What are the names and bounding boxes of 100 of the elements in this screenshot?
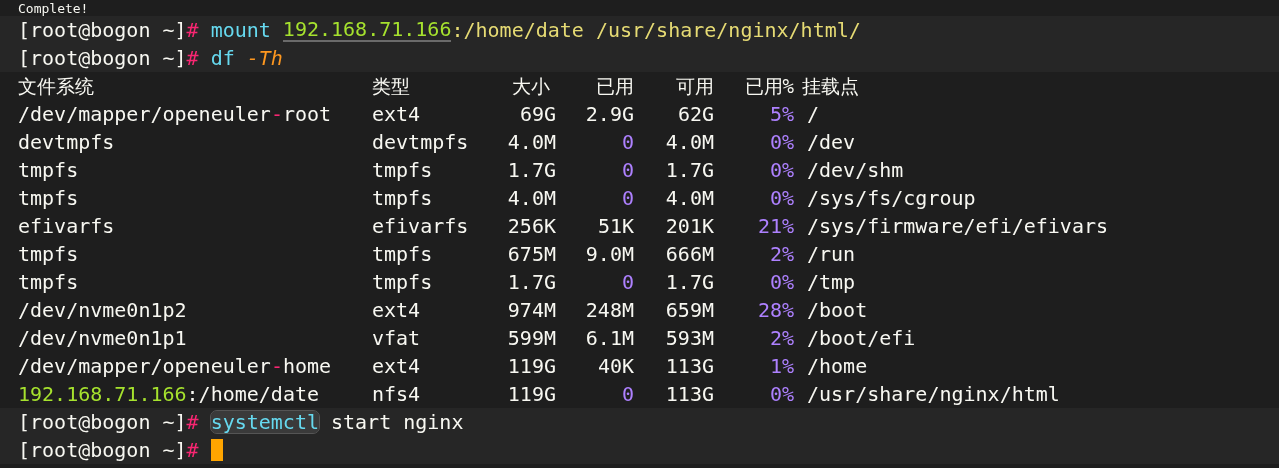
size-cell-text: 119G	[506, 384, 556, 404]
filesystem-cell-text: /dev/mapper/openeuler-home	[18, 356, 333, 376]
used-cell-text: 0	[620, 132, 634, 152]
size-cell-text: 69G	[518, 104, 556, 124]
type-cell-text: devtmpfs	[372, 132, 470, 152]
type-cell-text: ext4	[372, 356, 422, 376]
prompt-symbol: #	[186, 48, 199, 68]
avail-cell-text: 4.0M	[664, 188, 714, 208]
type-cell-text: vfat	[372, 328, 422, 348]
prompt-symbol: #	[186, 440, 199, 460]
type-cell-text: tmpfs	[372, 160, 434, 180]
avail-cell-text: 201K	[664, 216, 714, 236]
prompt-text: [root@bogon ~]	[18, 440, 187, 460]
argument-text: start nginx	[331, 411, 464, 433]
option-text: -Th	[246, 47, 283, 69]
output-text: Complete!	[18, 0, 89, 16]
use-percent-cell-text: 21%	[756, 216, 794, 236]
size-cell-text: 119G	[506, 356, 556, 376]
filesystem-cell-text: tmpfs	[18, 244, 80, 264]
used-cell-text: 9.0M	[584, 244, 634, 264]
filesystem-cell-text: tmpfs	[18, 188, 80, 208]
size-cell-text: 675M	[506, 244, 556, 264]
size-cell-text: 1.7G	[506, 160, 556, 180]
size-cell-text: 1.7G	[506, 272, 556, 292]
size-cell-text: 256K	[506, 216, 556, 236]
used-cell-text: 2.9G	[584, 104, 634, 124]
column-header: 已用	[595, 76, 634, 96]
use-percent-cell-text: 0%	[768, 272, 794, 292]
use-percent-cell-text: 0%	[768, 188, 794, 208]
mount-cell-text: /sys/fs/cgroup	[806, 188, 977, 208]
type-cell-text: tmpfs	[372, 188, 434, 208]
avail-cell-text: 113G	[664, 384, 714, 404]
used-cell-text: 248M	[584, 300, 634, 320]
prompt-text: [root@bogon ~]	[18, 412, 187, 432]
use-percent-cell-text: 2%	[768, 244, 794, 264]
column-header: 已用%	[743, 76, 794, 96]
mount-cell-text: /boot/efi	[806, 328, 917, 348]
mount-cell-text: /boot	[806, 300, 869, 320]
avail-cell-text: 1.7G	[664, 160, 714, 180]
type-cell-text: tmpfs	[372, 244, 434, 264]
mount-cell-text: /dev	[806, 132, 857, 152]
type-cell-text: ext4	[372, 104, 422, 124]
use-percent-cell-text: 0%	[768, 160, 794, 180]
filesystem-cell-text: tmpfs	[18, 272, 80, 292]
use-percent-cell-text: 5%	[768, 104, 794, 124]
use-percent-cell-text: 0%	[768, 384, 794, 404]
command-text: df	[210, 47, 235, 69]
prompt-symbol: #	[186, 20, 199, 40]
column-header: 挂载点	[801, 76, 860, 96]
ip-address: 192.168.71.166	[282, 18, 452, 42]
prompt-text: [root@bogon ~]	[18, 48, 187, 68]
used-cell-text: 0	[620, 160, 634, 180]
filesystem-cell-text: tmpfs	[18, 160, 80, 180]
mount-cell-text: /tmp	[806, 272, 857, 292]
size-cell-text: 4.0M	[506, 188, 556, 208]
used-cell-text: 0	[620, 272, 634, 292]
size-cell-text: 974M	[506, 300, 556, 320]
avail-cell-text: 666M	[664, 244, 714, 264]
avail-cell-text: 659M	[664, 300, 714, 320]
command-text: systemctl	[210, 411, 319, 433]
used-cell-text: 51K	[596, 216, 634, 236]
column-header: 文件系统	[18, 76, 95, 96]
avail-cell-text: 1.7G	[664, 272, 714, 292]
filesystem-cell-text: /dev/nvme0n1p1	[18, 328, 188, 348]
use-percent-cell-text: 2%	[768, 328, 794, 348]
column-header: 可用	[675, 76, 714, 96]
prompt-text: [root@bogon ~]	[18, 20, 187, 40]
use-percent-cell-text: 1%	[768, 356, 794, 376]
use-percent-cell-text: 28%	[756, 300, 794, 320]
filesystem-cell-text: /dev/nvme0n1p2	[18, 300, 188, 320]
size-cell-text: 599M	[506, 328, 556, 348]
mount-cell-text: /run	[806, 244, 857, 264]
type-cell-text: tmpfs	[372, 272, 434, 292]
filesystem-cell-text: 192.168.71.166:/home/date	[18, 384, 321, 404]
used-cell-text: 0	[620, 188, 634, 208]
column-header: 大小	[511, 76, 551, 96]
use-percent-cell-text: 0%	[768, 132, 794, 152]
mount-cell-text: /	[806, 104, 821, 124]
mount-cell-text: /sys/firmware/efi/efivars	[806, 216, 1110, 236]
mount-cell-text: /home	[806, 356, 869, 376]
used-cell-text: 40K	[596, 356, 634, 376]
avail-cell-text: 62G	[676, 104, 714, 124]
filesystem-cell-text: efivarfs	[18, 216, 116, 236]
mount-cell-text: /usr/share/nginx/html	[806, 384, 1061, 404]
avail-cell-text: 4.0M	[664, 132, 714, 152]
type-cell-text: ext4	[372, 300, 422, 320]
used-cell-text: 0	[620, 384, 634, 404]
command-text: mount	[210, 19, 271, 41]
avail-cell-text: 593M	[664, 328, 714, 348]
type-cell-text: nfs4	[372, 384, 422, 404]
filesystem-cell-text: /dev/mapper/openeuler-root	[18, 104, 333, 124]
size-cell-text: 4.0M	[506, 132, 556, 152]
column-header: 类型	[372, 76, 411, 96]
type-cell-text: efivarfs	[372, 216, 470, 236]
avail-cell-text: 113G	[664, 356, 714, 376]
mount-cell-text: /dev/shm	[806, 160, 905, 180]
filesystem-cell-text: devtmpfs	[18, 132, 116, 152]
path-text: :/home/date /usr/share/nginx/html/	[451, 19, 861, 41]
prompt-symbol: #	[186, 412, 199, 432]
used-cell-text: 6.1M	[584, 328, 634, 348]
